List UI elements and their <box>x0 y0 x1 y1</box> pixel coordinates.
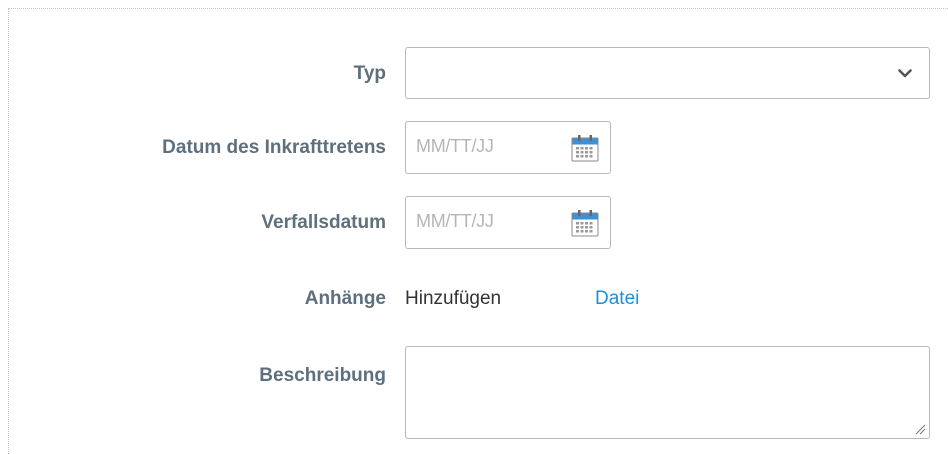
resize-grip-icon[interactable] <box>914 423 926 435</box>
type-select[interactable] <box>405 47 930 99</box>
expiry-date-input[interactable]: MM/TT/JJ <box>405 196 611 249</box>
type-label: Typ <box>353 63 386 84</box>
effective-date-input[interactable]: MM/TT/JJ <box>405 121 611 174</box>
expiry-date-placeholder: MM/TT/JJ <box>416 211 494 231</box>
attachments-add-text: Hinzufügen <box>405 288 502 309</box>
expiry-date-label: Verfallsdatum <box>261 212 386 233</box>
calendar-icon[interactable] <box>570 133 600 163</box>
attachments-label: Anhänge <box>304 288 386 309</box>
attach-file-link[interactable]: Datei <box>595 288 639 310</box>
calendar-icon[interactable] <box>570 208 600 238</box>
effective-date-placeholder: MM/TT/JJ <box>416 136 494 156</box>
description-textarea[interactable] <box>405 346 930 439</box>
description-label: Beschreibung <box>259 365 386 386</box>
effective-date-label: Datum des Inkrafttretens <box>162 137 386 158</box>
chevron-down-icon <box>898 69 912 78</box>
